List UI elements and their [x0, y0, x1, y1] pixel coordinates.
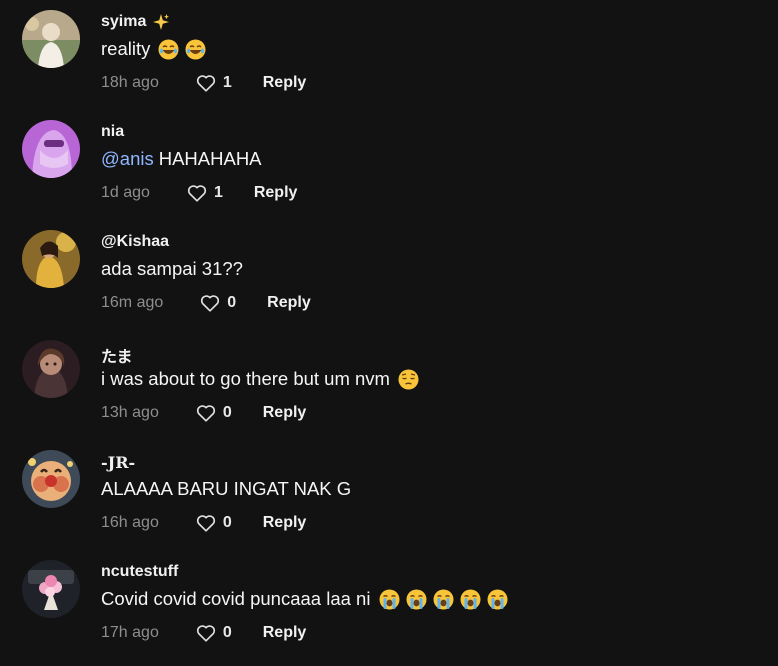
- crying-face-emoji: [487, 589, 508, 610]
- reply-button[interactable]: Reply: [263, 74, 307, 92]
- comment-body: reality: [101, 38, 151, 59]
- heart-icon[interactable]: [186, 182, 208, 204]
- comment-username[interactable]: @Kishaa: [101, 233, 169, 251]
- like-button[interactable]: 1: [186, 182, 223, 204]
- crying-face-emoji: [433, 589, 454, 610]
- laughing-face-emoji: [185, 39, 206, 60]
- comment-text: ada sampai 31??: [101, 258, 243, 280]
- comment-meta: 18h ago 1 Reply: [101, 72, 306, 94]
- crying-face-emoji: [379, 589, 400, 610]
- like-button[interactable]: 1: [195, 72, 232, 94]
- comment-meta: 17h ago 0 Reply: [101, 622, 306, 644]
- comment-meta: 1d ago 1 Reply: [101, 182, 297, 204]
- comment-timestamp: 13h ago: [101, 404, 159, 421]
- comment-username[interactable]: syima: [101, 13, 170, 31]
- crying-face-emoji: [406, 589, 427, 610]
- comment-text: Covid covid covid puncaaa laa ni: [101, 588, 508, 610]
- mention-link[interactable]: @anis: [101, 148, 154, 170]
- heart-icon[interactable]: [195, 72, 217, 94]
- like-count: 1: [213, 184, 223, 201]
- crying-face-emoji: [460, 589, 481, 610]
- comment-list: syima reality 18h ago 1 Reply nia @anis …: [0, 0, 778, 660]
- comment-text: reality: [101, 38, 206, 60]
- comment-username[interactable]: -JR-: [101, 453, 135, 472]
- reply-button[interactable]: Reply: [263, 514, 307, 532]
- avatar[interactable]: [22, 230, 80, 288]
- comment-meta: 16m ago 0 Reply: [101, 292, 311, 314]
- comment-timestamp: 18h ago: [101, 74, 159, 91]
- like-button[interactable]: 0: [199, 292, 236, 314]
- heart-icon[interactable]: [195, 622, 217, 644]
- avatar-image: [22, 450, 80, 508]
- heart-icon[interactable]: [195, 402, 217, 424]
- comment-text: i was about to go there but um nvm: [101, 368, 419, 390]
- like-button[interactable]: 0: [195, 622, 232, 644]
- avatar-image: [22, 560, 80, 618]
- like-count: 0: [222, 404, 232, 421]
- avatar[interactable]: [22, 450, 80, 508]
- sparkles-icon: [152, 13, 170, 31]
- comment-item: @Kishaa ada sampai 31?? 16m ago 0 Reply: [0, 220, 778, 330]
- reply-button[interactable]: Reply: [263, 624, 307, 642]
- comment-item: -JR- ALAAAA BARU INGAT NAK G 16h ago 0 R…: [0, 440, 778, 550]
- like-button[interactable]: 0: [195, 512, 232, 534]
- comment-item: syima reality 18h ago 1 Reply: [0, 0, 778, 110]
- comment-username[interactable]: たま: [101, 343, 133, 367]
- comment-item: たま i was about to go there but um nvm 13…: [0, 330, 778, 440]
- like-count: 0: [227, 294, 237, 311]
- like-count: 1: [222, 74, 232, 91]
- avatar-image: [22, 340, 80, 398]
- comment-username[interactable]: nia: [101, 123, 124, 141]
- reply-button[interactable]: Reply: [254, 184, 298, 202]
- comment-meta: 13h ago 0 Reply: [101, 402, 306, 424]
- comment-item: ncutestuff Covid covid covid puncaaa laa…: [0, 550, 778, 660]
- avatar[interactable]: [22, 560, 80, 618]
- comment-text: @anis HAHAHAHA: [101, 148, 262, 170]
- avatar[interactable]: [22, 120, 80, 178]
- comment-body: ALAAAA BARU INGAT NAK G: [101, 478, 352, 499]
- comment-timestamp: 17h ago: [101, 624, 159, 641]
- avatar-image: [22, 10, 80, 68]
- laughing-face-emoji: [158, 39, 179, 60]
- comment-body: i was about to go there but um nvm: [101, 368, 390, 389]
- avatar[interactable]: [22, 340, 80, 398]
- like-count: 0: [222, 514, 232, 531]
- comment-timestamp: 1d ago: [101, 184, 150, 201]
- reply-button[interactable]: Reply: [267, 294, 311, 312]
- heart-icon[interactable]: [195, 512, 217, 534]
- avatar-image: [22, 120, 80, 178]
- comment-timestamp: 16h ago: [101, 514, 159, 531]
- comment-timestamp: 16m ago: [101, 294, 164, 311]
- heart-icon[interactable]: [199, 292, 221, 314]
- comment-text: ALAAAA BARU INGAT NAK G: [101, 478, 351, 500]
- reply-button[interactable]: Reply: [263, 404, 307, 422]
- username-text[interactable]: syima: [101, 13, 146, 31]
- comment-username[interactable]: ncutestuff: [101, 563, 178, 581]
- avatar-image: [22, 230, 80, 288]
- comment-body: Covid covid covid puncaaa laa ni: [101, 588, 371, 609]
- comment-item: nia @anis HAHAHAHA 1d ago 1 Reply: [0, 110, 778, 220]
- like-button[interactable]: 0: [195, 402, 232, 424]
- like-count: 0: [222, 624, 232, 641]
- avatar[interactable]: [22, 10, 80, 68]
- comment-meta: 16h ago 0 Reply: [101, 512, 306, 534]
- pensive-face-emoji: [398, 369, 419, 390]
- comment-body: HAHAHAHA: [158, 148, 262, 169]
- comment-body: ada sampai 31??: [101, 258, 243, 279]
